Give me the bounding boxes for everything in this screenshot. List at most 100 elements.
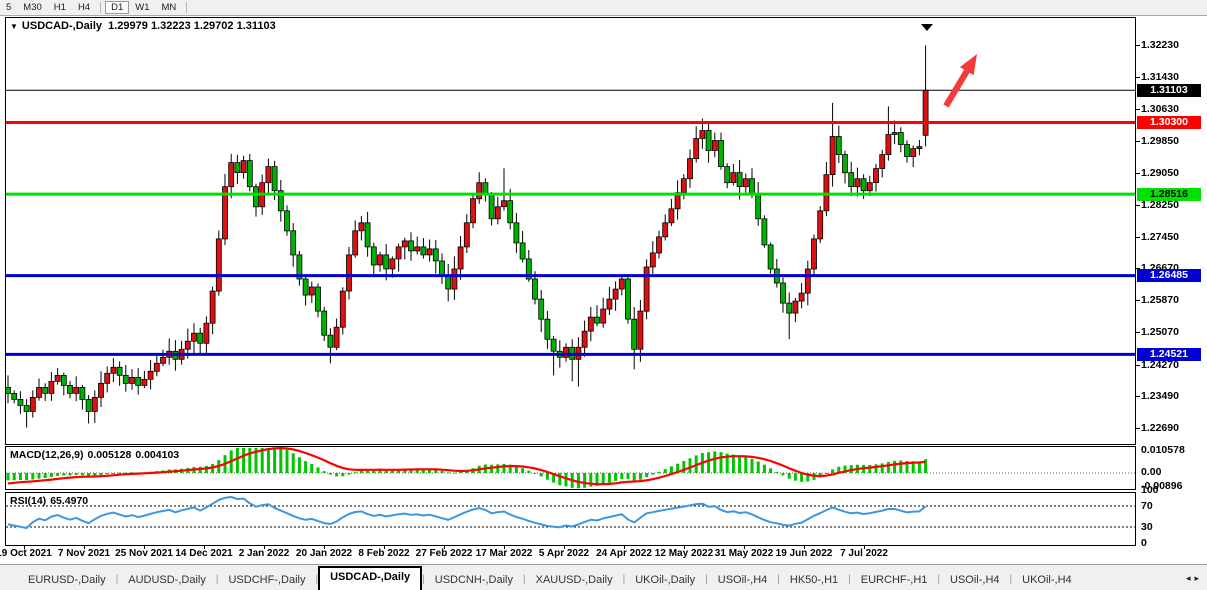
price-level-badge: 1.30300 <box>1137 116 1201 129</box>
date-axis-label: 27 Feb 2022 <box>416 548 473 559</box>
symbol-tab-usdcnh--daily[interactable]: USDCNH-,Daily <box>425 570 523 590</box>
rsi-axis-label: 70 <box>1141 500 1153 512</box>
date-axis-tick <box>744 546 745 549</box>
symbol-tab-eurusd--daily[interactable]: EURUSD-,Daily <box>18 570 116 590</box>
timeframe-toolbar: 5M30H1H4 D1W1MN <box>0 0 1207 16</box>
timeframe-button-mn[interactable]: MN <box>156 1 183 14</box>
date-axis-label: 17 Mar 2022 <box>476 548 533 559</box>
date-axis-tick <box>324 546 325 549</box>
toolbar-separator <box>100 2 101 13</box>
rsi-axis-label: 0 <box>1141 537 1147 549</box>
macd-axis-label: 0.010578 <box>1141 444 1185 456</box>
chart-canvas[interactable] <box>5 17 1136 546</box>
price-axis-label: 1.26670 <box>1141 262 1179 274</box>
date-axis-tick <box>864 546 865 549</box>
timeframe-button-m30[interactable]: M30 <box>17 1 47 14</box>
date-axis-tick <box>564 546 565 549</box>
price-axis-tick <box>1136 300 1140 301</box>
tab-scroll-arrows[interactable]: ◂▸ <box>1186 573 1203 584</box>
price-axis-label: 1.27450 <box>1141 231 1179 243</box>
date-axis-tick <box>144 546 145 549</box>
chart-dropdown-icon[interactable]: ▼ <box>10 22 18 31</box>
price-axis-tick <box>1136 45 1140 46</box>
date-axis-tick <box>504 546 505 549</box>
symbol-tab-audusd--daily[interactable]: AUDUSD-,Daily <box>118 570 216 590</box>
rsi-indicator-label: RSI(14)65.4970 <box>10 495 92 507</box>
price-axis-tick <box>1136 268 1140 269</box>
macd-axis-label: -0.00896 <box>1141 480 1182 492</box>
timeframe-button-w1[interactable]: W1 <box>129 1 155 14</box>
price-axis-label: 1.24270 <box>1141 359 1179 371</box>
date-axis-label: 5 Apr 2022 <box>539 548 589 559</box>
price-axis-tick <box>1136 141 1140 142</box>
symbol-tab-hk50--h1[interactable]: HK50-,H1 <box>780 570 848 590</box>
symbol-tab-xauusd--daily[interactable]: XAUUSD-,Daily <box>526 570 623 590</box>
price-axis-tick <box>1136 77 1140 78</box>
date-axis-tick <box>384 546 385 549</box>
date-axis-label: 12 May 2022 <box>655 548 713 559</box>
price-level-badge: 1.26485 <box>1137 269 1201 282</box>
date-axis-tick <box>264 546 265 549</box>
date-axis-label: 14 Dec 2021 <box>175 548 232 559</box>
price-level-badge: 1.31103 <box>1137 84 1201 97</box>
price-axis-label: 1.29850 <box>1141 135 1179 147</box>
date-axis-tick <box>624 546 625 549</box>
symbol-tab-eurchf--h1[interactable]: EURCHF-,H1 <box>851 570 938 590</box>
macd-axis-label: 0.00 <box>1141 466 1161 478</box>
price-axis-tick <box>1136 237 1140 238</box>
price-level-badge: 1.24521 <box>1137 348 1201 361</box>
mt4-window: { "toolbar": {"timeframes": ["5","M30","… <box>0 0 1207 590</box>
price-axis-label: 1.32230 <box>1141 39 1179 51</box>
date-axis-label: 7 Nov 2021 <box>58 548 110 559</box>
price-axis-tick <box>1136 205 1140 206</box>
price-axis-tick <box>1136 365 1140 366</box>
rsi-axis-label: 100 <box>1141 484 1159 496</box>
date-axis-tick <box>204 546 205 549</box>
toolbar-separator <box>186 2 187 13</box>
macd-signal-value: 0.004103 <box>135 449 179 461</box>
date-axis-tick <box>684 546 685 549</box>
price-axis-label: 1.28250 <box>1141 199 1179 211</box>
timeframe-button-h1[interactable]: H1 <box>48 1 72 14</box>
price-axis-label: 1.30630 <box>1141 103 1179 115</box>
date-axis-label: 24 Apr 2022 <box>596 548 652 559</box>
price-axis-tick <box>1136 332 1140 333</box>
price-axis-label: 1.29050 <box>1141 167 1179 179</box>
symbol-tab-usdcad--daily[interactable]: USDCAD-,Daily <box>318 566 422 590</box>
date-axis-tick <box>84 546 85 549</box>
rsi-axis-label: 30 <box>1141 521 1153 533</box>
date-axis-label: 31 May 2022 <box>715 548 773 559</box>
rsi-value: 65.4970 <box>50 495 88 507</box>
date-axis-tick <box>24 546 25 549</box>
price-axis-label: 1.22690 <box>1141 422 1179 434</box>
symbol-tab-ukoil--h4[interactable]: UKOil-,H4 <box>1012 570 1082 590</box>
symbol-tab-ukoil--daily[interactable]: UKOil-,Daily <box>625 570 705 590</box>
price-axis-tick <box>1136 109 1140 110</box>
date-axis-label: 19 Jun 2022 <box>776 548 833 559</box>
date-axis-label: 25 Nov 2021 <box>115 548 173 559</box>
price-axis-tick <box>1136 173 1140 174</box>
date-axis-label: 8 Feb 2022 <box>358 548 409 559</box>
price-axis-label: 1.31430 <box>1141 71 1179 83</box>
price-axis-label: 1.25070 <box>1141 326 1179 338</box>
symbol-tab-usoil--h4[interactable]: USOil-,H4 <box>940 570 1010 590</box>
price-axis-label: 1.25870 <box>1141 294 1179 306</box>
price-axis-tick <box>1136 428 1140 429</box>
price-axis-tick <box>1136 396 1140 397</box>
price-level-badge: 1.28516 <box>1137 188 1201 201</box>
chart-title: ▼ USDCAD-,Daily 1.29979 1.32223 1.29702 1… <box>10 20 276 32</box>
timeframe-button-d1[interactable]: D1 <box>105 1 129 14</box>
date-axis-label: 2 Jan 2022 <box>239 548 290 559</box>
macd-main-value: 0.005128 <box>88 449 132 461</box>
price-axis-label: 1.23490 <box>1141 390 1179 402</box>
chart-ohlc-values: 1.29979 1.32223 1.29702 1.31103 <box>108 20 276 32</box>
timeframe-button-5[interactable]: 5 <box>0 1 17 14</box>
date-axis-tick <box>444 546 445 549</box>
symbol-tab-usoil--h4[interactable]: USOil-,H4 <box>708 570 778 590</box>
timeframe-button-h4[interactable]: H4 <box>72 1 96 14</box>
symbol-tab-usdchf--daily[interactable]: USDCHF-,Daily <box>218 570 315 590</box>
chart-symbol-label: USDCAD-,Daily <box>22 20 102 32</box>
date-axis-label: 20 Jan 2022 <box>296 548 352 559</box>
date-axis-tick <box>804 546 805 549</box>
symbol-tabbar: EURUSD-,Daily|AUDUSD-,Daily|USDCHF-,Dail… <box>0 564 1207 590</box>
